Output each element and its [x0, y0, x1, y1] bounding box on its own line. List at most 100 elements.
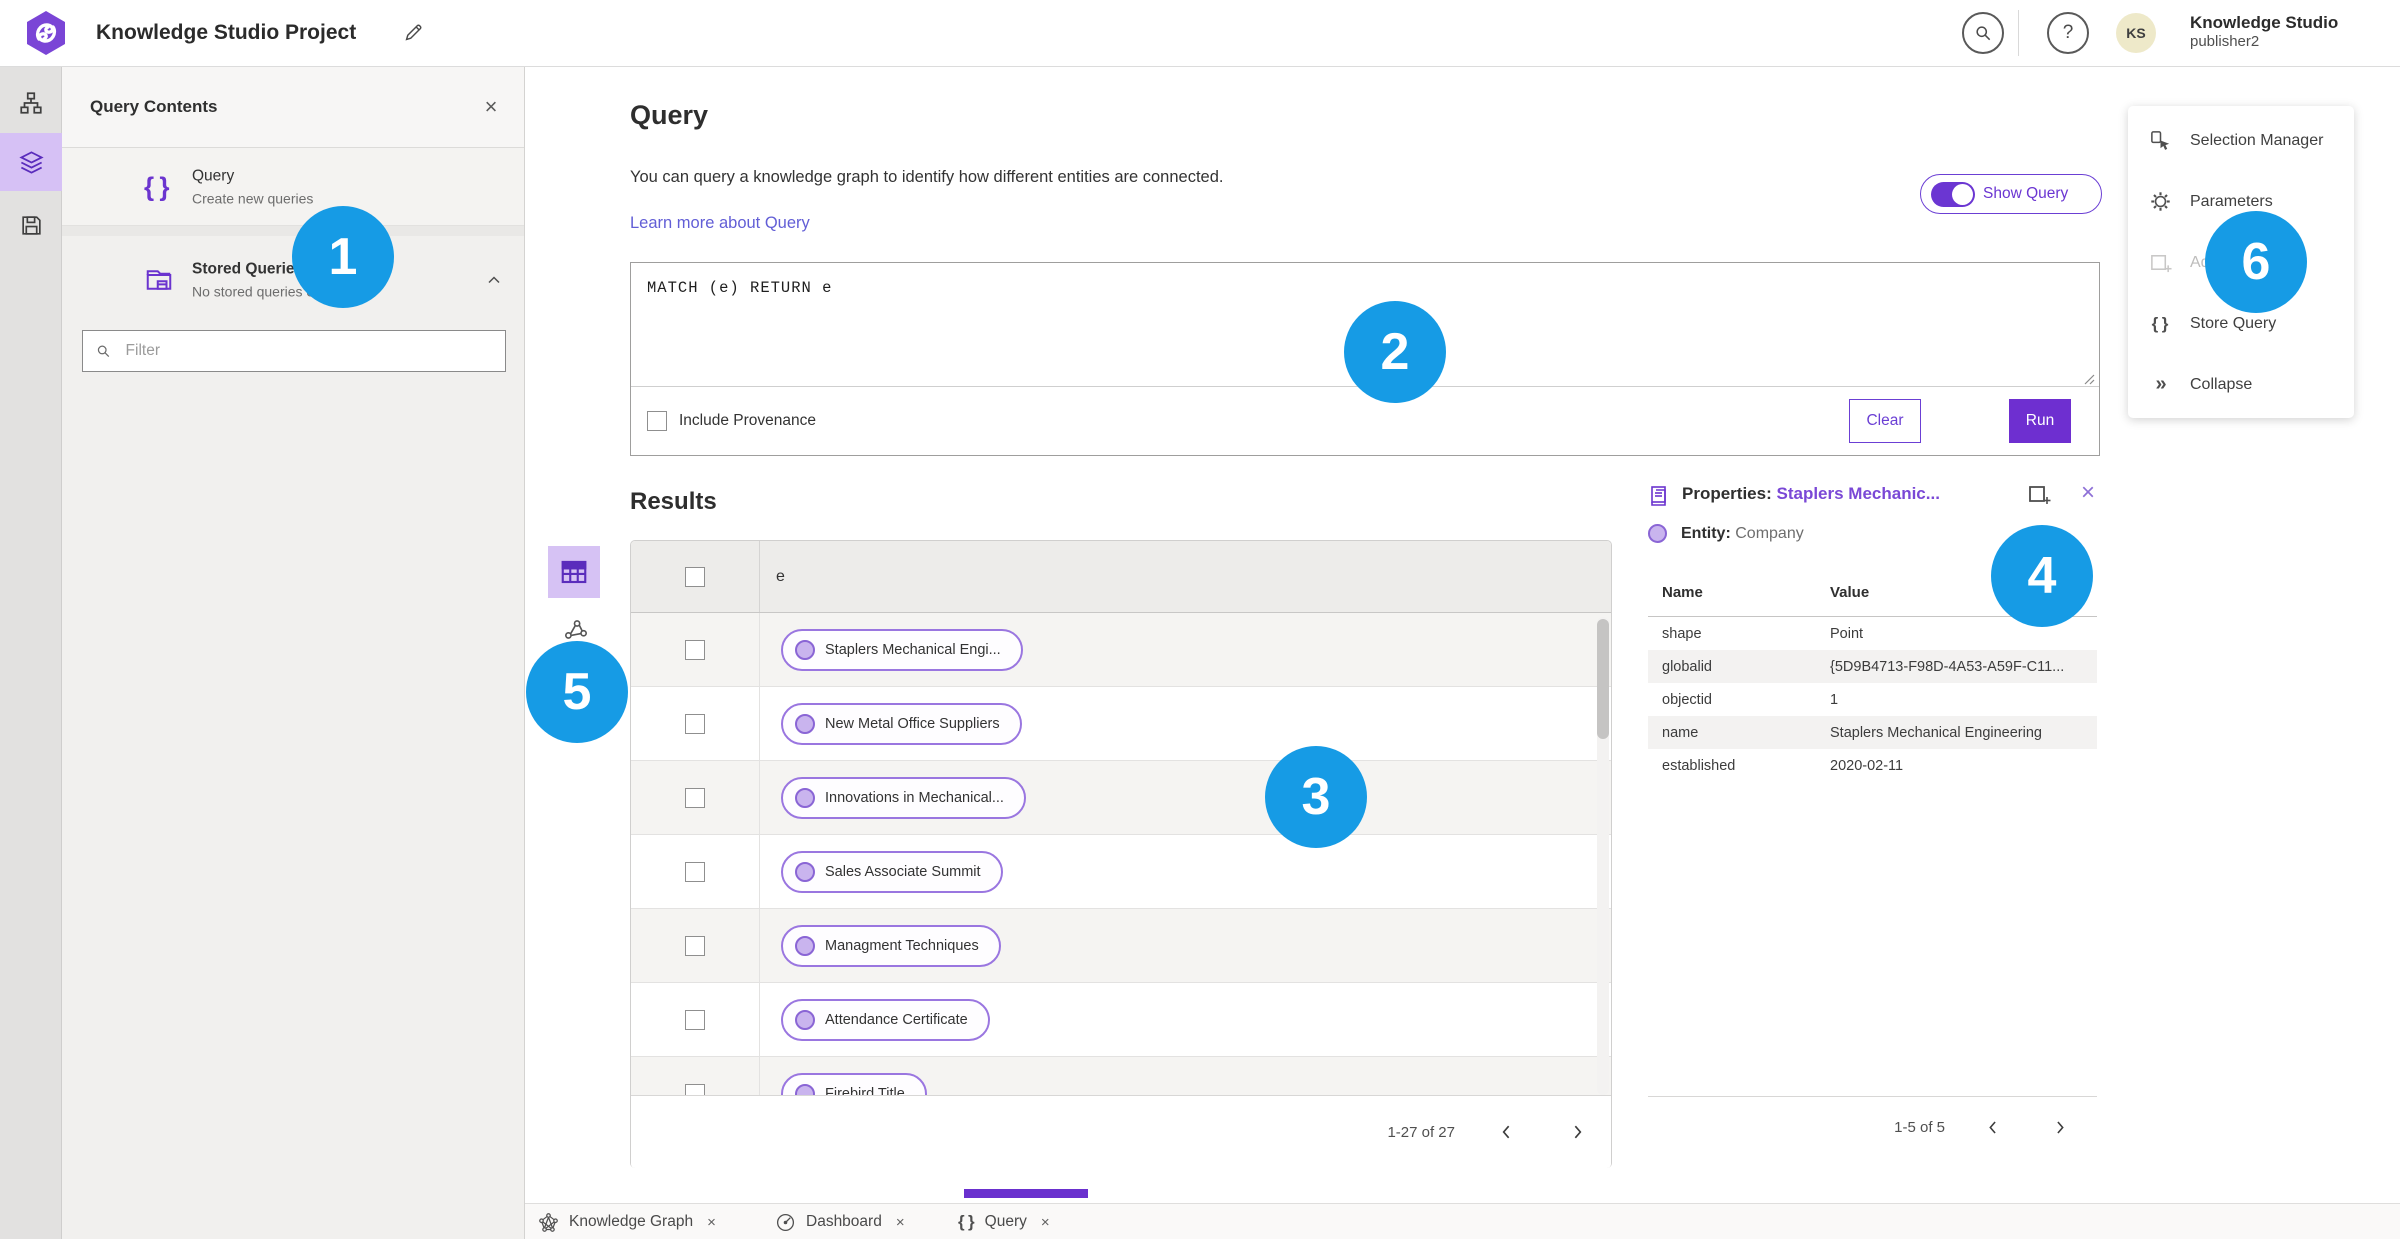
- property-name: shape: [1662, 625, 1702, 642]
- entity-chip-label: Sales Associate Summit: [825, 863, 981, 880]
- property-name: name: [1662, 724, 1699, 741]
- braces-icon: { }: [2151, 313, 2169, 333]
- search-button[interactable]: [1962, 12, 2004, 54]
- show-query-toggle[interactable]: Show Query: [1920, 174, 2102, 214]
- user-info[interactable]: Knowledge Studio publisher2: [2190, 12, 2338, 52]
- previous-page-button[interactable]: [1975, 1109, 2011, 1145]
- next-page-button[interactable]: [1559, 1114, 1595, 1150]
- entity-type-dot-icon: [1648, 524, 1667, 543]
- entity-chip[interactable]: Sales Associate Summit: [781, 850, 1003, 893]
- user-avatar[interactable]: KS: [2116, 13, 2156, 53]
- menu-item-selection-manager[interactable]: Selection Manager: [2128, 110, 2354, 171]
- column-header-value: Value: [1830, 584, 1870, 601]
- tab-knowledge-graph[interactable]: Knowledge Graph ×: [538, 1204, 716, 1239]
- property-name: objectid: [1662, 691, 1712, 708]
- table-row[interactable]: Firebird Title: [631, 1057, 1611, 1095]
- previous-page-button[interactable]: [1489, 1114, 1525, 1150]
- pagination-range: 1-27 of 27: [1387, 1123, 1455, 1141]
- row-checkbox[interactable]: [685, 639, 705, 660]
- entity-chip[interactable]: Staplers Mechanical Engi...: [781, 628, 1023, 671]
- include-provenance-checkbox[interactable]: [647, 411, 667, 431]
- entity-chip[interactable]: Innovations in Mechanical...: [781, 776, 1026, 819]
- table-row[interactable]: New Metal Office Suppliers: [631, 687, 1611, 761]
- results-table-header: e: [631, 541, 1611, 613]
- property-value: {5D9B4713-F98D-4A53-A59F-C11...: [1830, 658, 2065, 675]
- knowledge-studio-app: Knowledge Studio Project ? KS Knowledge …: [0, 0, 2400, 1239]
- menu-item-label: Parameters: [2190, 192, 2273, 210]
- scrollbar-thumb[interactable]: [1597, 619, 1609, 739]
- close-tab-icon[interactable]: ×: [1041, 1214, 1050, 1231]
- active-tab-indicator: [964, 1189, 1088, 1198]
- run-button[interactable]: Run: [2009, 399, 2071, 443]
- selection-manager-icon: [2148, 129, 2172, 152]
- clear-button[interactable]: Clear: [1849, 399, 1921, 443]
- table-view-button[interactable]: [548, 546, 600, 598]
- row-checkbox[interactable]: [685, 787, 705, 808]
- avatar-initials: KS: [2126, 25, 2146, 41]
- sidebar-item-contents[interactable]: [0, 133, 62, 191]
- select-all-checkbox[interactable]: [685, 566, 705, 587]
- properties-header: Properties: Staplers Mechanic... ×: [1648, 479, 2097, 512]
- next-page-button[interactable]: [2041, 1109, 2077, 1145]
- left-icon-rail: »: [0, 66, 62, 1239]
- row-checkbox[interactable]: [685, 1009, 705, 1030]
- panel-title: Query Contents: [90, 97, 218, 116]
- help-button[interactable]: ?: [2047, 12, 2089, 54]
- results-table-body: Staplers Mechanical Engi... New Metal Off…: [631, 613, 1611, 1095]
- query-code-text[interactable]: MATCH (e) RETURN e: [647, 279, 832, 297]
- chevron-right-icon: [2056, 1120, 2064, 1134]
- entity-chip[interactable]: Attendance Certificate: [781, 998, 990, 1041]
- property-table-body: shape Point globalid {5D9B4713-F98D-4A53-A5…: [1648, 617, 2097, 782]
- results-scrollbar[interactable]: [1597, 617, 1609, 1095]
- stored-queries-folder-icon: [144, 265, 174, 295]
- resize-handle-icon[interactable]: [2083, 373, 2095, 385]
- panel-close-button[interactable]: ×: [476, 92, 506, 122]
- table-row[interactable]: Attendance Certificate: [631, 983, 1611, 1057]
- tab-label: Dashboard: [806, 1213, 882, 1230]
- toggle-track[interactable]: [1931, 181, 1975, 207]
- contents-item-query[interactable]: { } Query Create new queries: [62, 148, 524, 226]
- entity-chip-label: New Metal Office Suppliers: [825, 715, 1000, 732]
- row-checkbox[interactable]: [685, 1083, 705, 1095]
- row-checkbox[interactable]: [685, 861, 705, 882]
- knowledge-graph-icon: [538, 1212, 559, 1233]
- close-properties-button[interactable]: ×: [2081, 479, 2095, 507]
- table-row[interactable]: Innovations in Mechanical...: [631, 761, 1611, 835]
- open-in-new-window-button[interactable]: [2027, 482, 2051, 506]
- entity-chip-label: Firebird Title: [825, 1085, 905, 1096]
- results-heading: Results: [630, 488, 717, 515]
- tab-query[interactable]: { } Query ×: [958, 1204, 1050, 1239]
- project-title: Knowledge Studio Project: [96, 21, 357, 44]
- panel-header: Query Contents ×: [62, 66, 524, 148]
- entity-chip[interactable]: New Metal Office Suppliers: [781, 702, 1022, 745]
- properties-pagination: 1-5 of 5: [1648, 1097, 2097, 1157]
- stored-queries-filter[interactable]: [82, 330, 506, 372]
- properties-entity-name[interactable]: Staplers Mechanic...: [1776, 484, 1939, 503]
- close-tab-icon[interactable]: ×: [707, 1214, 716, 1231]
- learn-more-link[interactable]: Learn more about Query: [630, 214, 810, 233]
- app-logo: [24, 10, 68, 56]
- table-row[interactable]: Managment Techniques: [631, 909, 1611, 983]
- close-tab-icon[interactable]: ×: [896, 1214, 905, 1231]
- search-icon: [1976, 26, 1991, 41]
- collapse-section-button[interactable]: [484, 270, 504, 290]
- entity-chip[interactable]: Managment Techniques: [781, 924, 1001, 967]
- menu-item-label: Selection Manager: [2190, 131, 2324, 149]
- entity-chip[interactable]: Firebird Title: [781, 1072, 927, 1096]
- edit-title-pencil-icon[interactable]: [402, 22, 424, 44]
- sidebar-item-data-model[interactable]: [0, 74, 62, 132]
- results-table: e Staplers Mechanical Engi... New Metal O…: [630, 540, 1612, 1168]
- tab-dashboard[interactable]: Dashboard ×: [775, 1204, 905, 1239]
- filter-input[interactable]: [123, 341, 493, 361]
- table-row[interactable]: Sales Associate Summit: [631, 835, 1611, 909]
- table-row[interactable]: Staplers Mechanical Engi...: [631, 613, 1611, 687]
- row-checkbox[interactable]: [685, 713, 705, 734]
- link-chart-view-button[interactable]: [562, 616, 590, 644]
- menu-item-collapse[interactable]: » Collapse: [2128, 354, 2354, 415]
- row-checkbox[interactable]: [685, 935, 705, 956]
- dashboard-icon: [775, 1212, 796, 1233]
- sidebar-item-save[interactable]: [0, 196, 62, 254]
- entity-label: Entity:: [1681, 524, 1731, 542]
- column-header-e: e: [776, 567, 785, 585]
- annotation-circle-6: 6: [2205, 211, 2307, 313]
